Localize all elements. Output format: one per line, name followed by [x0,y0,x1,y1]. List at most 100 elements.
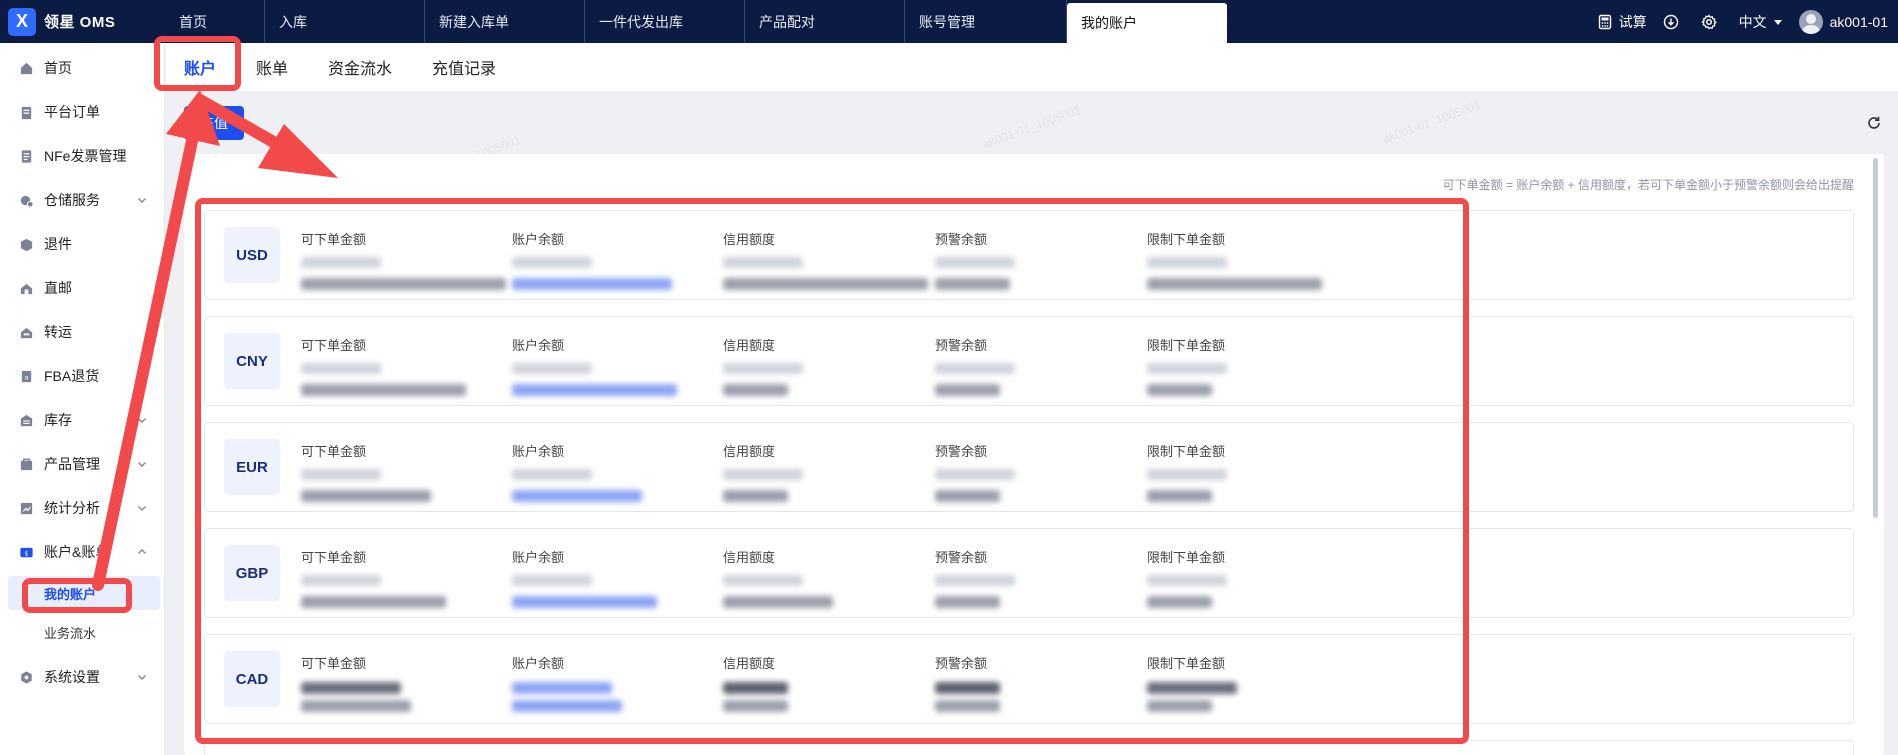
balance-link[interactable] [512,278,672,290]
tab-bill[interactable]: 账单 [256,43,288,91]
blurred-value [935,257,1015,268]
scrollbar[interactable] [1873,158,1878,518]
column-label: 账户余额 [512,232,565,247]
tab-fund-flow[interactable]: 资金流水 [328,43,392,91]
avatar [1798,9,1823,34]
tab-recharge-records[interactable]: 充值记录 [432,43,496,91]
top-tab-inbound[interactable]: 入库 [265,0,425,43]
blurred-value [1147,490,1212,502]
user-menu[interactable]: ak001-01 [1798,9,1888,34]
top-bar: X 领星 OMS 首页 入库 新建入库单 一件代发出库 产品配对 账号管理 我的… [0,0,1898,43]
sidebar-item-home[interactable]: 首页 [0,48,165,88]
currency-badge: USD [224,227,280,283]
download-button[interactable] [1663,14,1685,30]
sidebar-item-warehouse-service[interactable]: 仓储服务 [0,180,165,220]
sidebar-item-platform-orders[interactable]: 平台订单 [0,92,165,132]
sidebar-item-label: 退件 [44,236,72,252]
blurred-value [1147,682,1237,694]
top-tab-my-account[interactable]: 我的账户 [1067,3,1227,43]
blurred-value [723,384,788,396]
sidebar-item-fba-return[interactable]: a FBA退货 [0,356,165,396]
sidebar-item-direct-mail[interactable]: 直邮 [0,268,165,308]
credit-limit-cell: 信用额度 [723,441,803,502]
currency-badge: CAD [224,651,280,707]
trial-calc-button[interactable]: 试算 [1597,12,1647,32]
blurred-value [1147,257,1227,268]
column-label: 账户余额 [512,656,565,671]
blurred-value [723,490,788,502]
sidebar-item-label: FBA退货 [44,368,100,384]
warning-balance-cell: 预警余额 [935,335,1015,396]
currency-card-gbp: GBP 可下单金额 账户余额 信用额度 预警余额 限制下单金额 [204,528,1854,618]
sidebar-item-statistics[interactable]: 统计分析 [0,488,165,528]
top-tab-home[interactable]: 首页 [165,0,265,43]
language-select[interactable]: 中文 [1739,12,1783,32]
chevron-down-icon [138,418,146,423]
top-right-tools: 试算 中文 ak001-01 [1597,0,1898,43]
blurred-value [1147,278,1322,290]
tab-account[interactable]: 账户 [184,43,216,91]
blurred-value [1147,596,1212,608]
blurred-value [723,257,803,268]
column-label: 可下单金额 [301,550,367,565]
top-tab-new-inbound[interactable]: 新建入库单 [425,0,585,43]
sidebar-item-system-settings[interactable]: 系统设置 [0,657,165,697]
limit-order-amount-cell: 限制下单金额 [1147,229,1322,290]
blurred-value [723,682,788,694]
column-label: 预警余额 [935,656,988,671]
sidebar-sub-item-my-account[interactable]: 我的账户 [8,576,160,610]
logo-text: 领星 OMS [44,14,116,31]
blurred-value [301,682,401,694]
account-panel: 可下单金额 = 账户余额 + 信用额度，若可下单金额小于预警余额则会给出提醒 U… [184,154,1884,755]
sidebar-item-product-management[interactable]: 产品管理 [0,444,165,484]
credit-limit-cell: 信用额度 [723,229,928,290]
limit-order-amount-cell: 限制下单金额 [1147,653,1237,712]
sidebar-item-nfe-invoice[interactable]: NFe发票管理 [0,136,165,176]
limit-order-amount-cell: 限制下单金额 [1147,441,1227,502]
sidebar-item-label: 产品管理 [44,456,100,472]
blurred-value [935,490,1000,502]
caret-down-icon [1773,19,1782,25]
balance-link[interactable] [512,700,622,712]
column-label: 限制下单金额 [1147,232,1226,247]
sidebar-sub-item-business-flow[interactable]: 业务流水 [8,615,160,649]
blurred-value [935,700,1000,712]
blurred-value [935,363,1015,374]
available-amount-cell: 可下单金额 [301,547,446,608]
recharge-button[interactable]: 充值 [184,106,244,140]
chevron-down-icon [138,462,146,467]
refresh-icon[interactable] [1866,115,1882,131]
column-label: 可下单金额 [301,232,367,247]
blurred-value [301,700,411,712]
user-name: ak001-01 [1829,13,1888,30]
limit-order-amount-cell: 限制下单金额 [1147,335,1227,396]
sidebar-item-transship[interactable]: 转运 [0,312,165,352]
currency-badge: CNY [224,333,280,389]
top-tab-dropship-outbound[interactable]: 一件代发出库 [585,0,745,43]
sidebar-item-label: NFe发票管理 [44,148,127,164]
sidebar-item-returns[interactable]: 退件 [0,224,165,264]
sidebar-item-label: 账户&账单 [44,544,110,560]
sidebar-item-inventory[interactable]: 库存 [0,400,165,440]
sidebar-item-label: 系统设置 [44,669,100,685]
product-icon [19,457,34,472]
balance-link[interactable] [512,682,612,694]
balance-link[interactable] [512,384,677,396]
available-amount-cell: 可下单金额 [301,653,411,712]
balance-link[interactable] [512,490,642,502]
balance-link[interactable] [512,596,657,608]
app-logo[interactable]: X 领星 OMS [0,7,165,36]
settings-button[interactable] [1700,13,1723,30]
invoice-icon [19,149,34,164]
credit-limit-cell: 信用额度 [723,547,833,608]
top-tab-product-pairing[interactable]: 产品配对 [745,0,905,43]
chevron-down-icon [138,506,146,511]
blurred-value [935,682,1000,694]
top-nav-tabs: 首页 入库 新建入库单 一件代发出库 产品配对 账号管理 我的账户 [165,0,1227,43]
top-tab-account-management[interactable]: 账号管理 [905,0,1067,43]
settings-icon [19,670,34,685]
balance-hint: 可下单金额 = 账户余额 + 信用额度，若可下单金额小于预警余额则会给出提醒 [1442,178,1854,192]
blurred-value [512,469,592,480]
sidebar-item-account-billing[interactable]: $ 账户&账单 [0,532,165,572]
limit-order-amount-cell: 限制下单金额 [1147,547,1227,608]
